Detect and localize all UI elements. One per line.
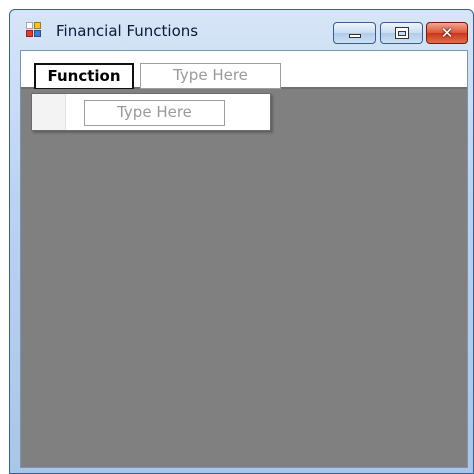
form-client-area: Function Type Here Type Here bbox=[20, 50, 468, 468]
minimize-button[interactable] bbox=[333, 22, 376, 44]
maximize-button[interactable] bbox=[380, 22, 423, 44]
menu-item-function[interactable]: Function bbox=[34, 63, 134, 90]
close-icon: ✕ bbox=[440, 24, 454, 42]
window-title: Financial Functions bbox=[56, 22, 199, 40]
close-button[interactable]: ✕ bbox=[426, 22, 468, 44]
function-dropdown-menu: Type Here bbox=[31, 93, 271, 131]
title-bar[interactable]: Financial Functions ✕ bbox=[10, 10, 473, 46]
menu-strip: Function Type Here bbox=[21, 51, 467, 90]
dropdown-type-here-placeholder[interactable]: Type Here bbox=[84, 100, 225, 126]
menu-type-here-placeholder[interactable]: Type Here bbox=[140, 63, 281, 89]
minimize-icon bbox=[349, 34, 361, 38]
dropdown-image-margin bbox=[32, 94, 66, 130]
application-window: Financial Functions ✕ Function Type Here… bbox=[9, 9, 474, 474]
mdi-client-area bbox=[21, 89, 467, 467]
maximize-icon bbox=[395, 27, 409, 39]
app-window-icon bbox=[26, 22, 42, 38]
